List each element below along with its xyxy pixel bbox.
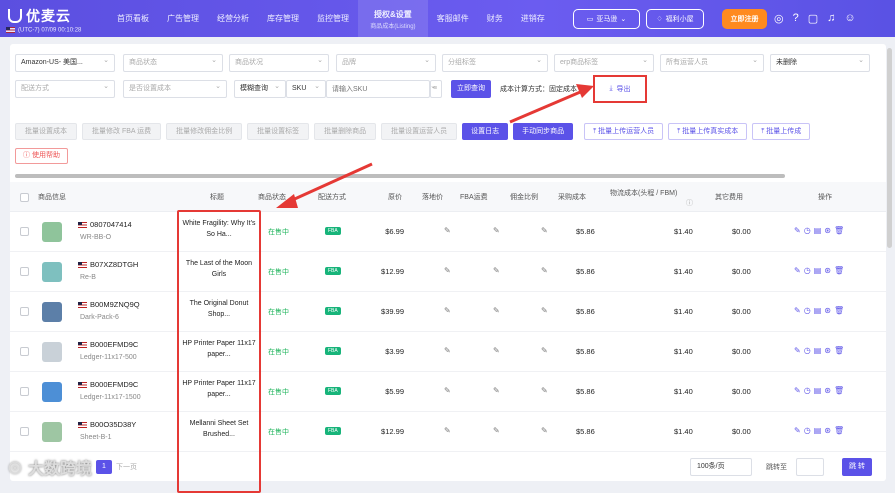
annotation-arrows [276, 84, 594, 208]
nav-settings-subtitle: 商品成本(Listing) [370, 24, 416, 30]
us-flag-icon [6, 27, 15, 33]
nav-ads[interactable]: 广告管理 [158, 0, 208, 37]
arrow-head-title [276, 194, 298, 208]
top-nav: 优麦云 (UTC-7) 07/09 00:10:28 首页看板 广告管理 经营分… [0, 0, 895, 37]
next-page-button[interactable]: 下一页 [116, 462, 137, 472]
nav-settings[interactable]: 授权&设置 商品成本(Listing) [358, 0, 428, 37]
user-icon[interactable]: ☺ [844, 12, 855, 25]
main-panel: Amazon-US- 美国... 商品状态 商品状况 品牌 分组标签 erp商品… [10, 44, 886, 493]
nav-finance[interactable]: 财务 [478, 0, 512, 37]
nav-mail[interactable]: 客服邮件 [428, 0, 478, 37]
watermark-logo-icon: ◎ [8, 459, 22, 476]
nav-monitoring[interactable]: 监控管理 [308, 0, 358, 37]
arrow-head-export [576, 84, 594, 98]
store-label: 亚马逊 [596, 16, 618, 23]
brand-name: 优麦云 [26, 8, 71, 24]
nav-erp[interactable]: 进销存 [512, 0, 554, 37]
arrow-to-title [287, 162, 373, 204]
bell-icon[interactable]: ♫ [827, 12, 835, 25]
jump-label: 跳转至 [766, 464, 787, 471]
language-icon[interactable]: ◎ [774, 12, 784, 25]
chevron-down-icon: ⌄ [620, 16, 627, 23]
current-page[interactable]: 1 [96, 460, 112, 474]
per-page-select[interactable]: 100条/页 [690, 458, 752, 476]
store-switch-button[interactable]: ▭ 亚马逊 ⌄ [573, 9, 640, 29]
header-icons: ◎ ? ▢ ♫ ☺ [774, 12, 856, 25]
gift-button[interactable]: ♢ 福利小屋 [646, 9, 704, 29]
page-scrollbar[interactable] [887, 48, 892, 248]
nav-inventory[interactable]: 库存管理 [258, 0, 308, 37]
watermark: ◎ 大数跨境 [8, 459, 92, 478]
timezone-clock: (UTC-7) 07/09 00:10:28 [6, 27, 81, 34]
jump-button[interactable]: 跳 转 [842, 458, 872, 476]
nav-dashboard[interactable]: 首页看板 [108, 0, 158, 37]
nav-settings-label: 授权&设置 [374, 10, 412, 19]
logo[interactable]: 优麦云 [8, 6, 71, 26]
help-icon[interactable]: ? [793, 12, 799, 25]
logo-icon [8, 9, 22, 23]
window-icon[interactable]: ▢ [808, 12, 818, 25]
main-menu: 首页看板 广告管理 经营分析 库存管理 监控管理 授权&设置 商品成本(List… [108, 0, 554, 37]
jump-input[interactable] [796, 458, 824, 476]
nav-analytics[interactable]: 经营分析 [208, 0, 258, 37]
arrow-to-export [509, 88, 586, 124]
gift-label: 福利小屋 [665, 16, 694, 23]
register-button[interactable]: 立即注册 [722, 9, 767, 29]
flag-icon: ▭ [586, 16, 594, 23]
pagination: 1 下一页 100条/页 跳转至 跳 转 [10, 452, 886, 481]
gift-icon: ♢ [656, 16, 663, 23]
